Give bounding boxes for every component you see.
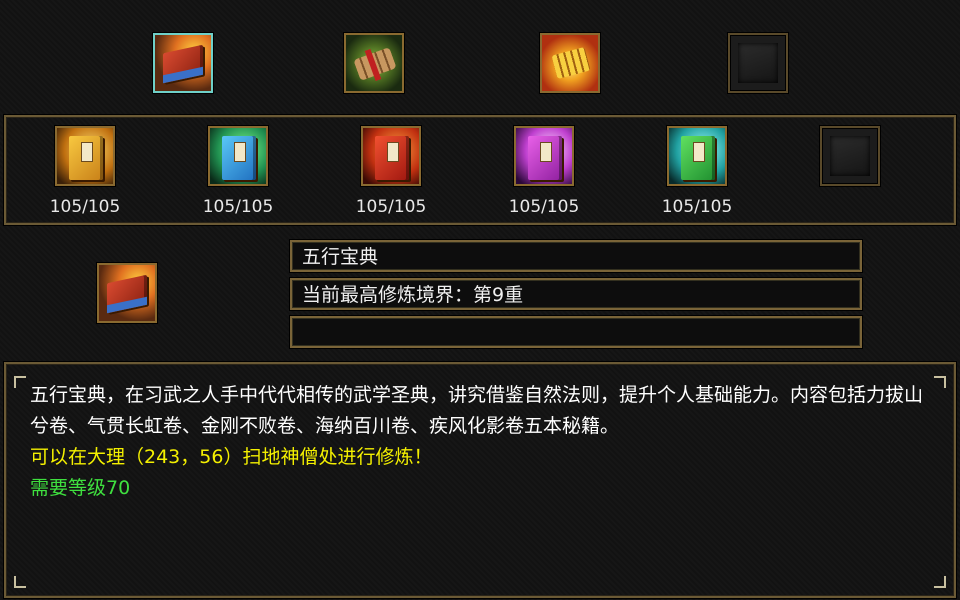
green-book-icon[interactable] — [667, 126, 727, 186]
red-book-count: 105/105 — [355, 197, 427, 217]
description-text: 五行宝典，在习武之人手中代代相传的武学圣典，讲究借鉴自然法则，提升个人基础能力。… — [30, 384, 924, 437]
description-text-area: 五行宝典，在习武之人手中代代相传的武学圣典，讲究借鉴自然法则，提升个人基础能力。… — [16, 376, 944, 590]
item-name-field: 五行宝典 — [290, 240, 862, 272]
purple-book-count: 105/105 — [508, 197, 580, 217]
description-panel: 五行宝典，在习武之人手中代代相传的武学圣典，讲究借鉴自然法则，提升个人基础能力。… — [4, 362, 956, 598]
extra-field — [290, 316, 862, 348]
golden-scroll-icon[interactable] — [540, 33, 600, 93]
volumes-row: 105/105 105/105 105/105 105/105 105/105 — [4, 115, 956, 225]
blue-book-icon[interactable] — [208, 126, 268, 186]
level-requirement-text: 需要等级70 — [30, 477, 131, 499]
category-row — [0, 0, 960, 110]
detail-panel: 五行宝典 当前最高修炼境界：第9重 — [0, 230, 960, 356]
scroll-bundle-icon[interactable] — [344, 33, 404, 93]
green-book-count: 105/105 — [661, 197, 733, 217]
skill-window: 105/105 105/105 105/105 105/105 105/105 — [0, 0, 960, 600]
training-location-text: 可以在大理（243，56）扫地神僧处进行修炼！ — [30, 446, 433, 468]
blue-book-count: 105/105 — [202, 197, 274, 217]
selected-book-icon — [97, 263, 157, 323]
red-book-icon[interactable] — [361, 126, 421, 186]
wuxing-book-icon[interactable] — [153, 33, 213, 93]
purple-book-icon[interactable] — [514, 126, 574, 186]
yellow-book-icon[interactable] — [55, 126, 115, 186]
empty-slot-icon[interactable] — [728, 33, 788, 93]
realm-field: 当前最高修炼境界：第9重 — [290, 278, 862, 310]
empty-slot-icon[interactable] — [820, 126, 880, 186]
yellow-book-count: 105/105 — [49, 197, 121, 217]
